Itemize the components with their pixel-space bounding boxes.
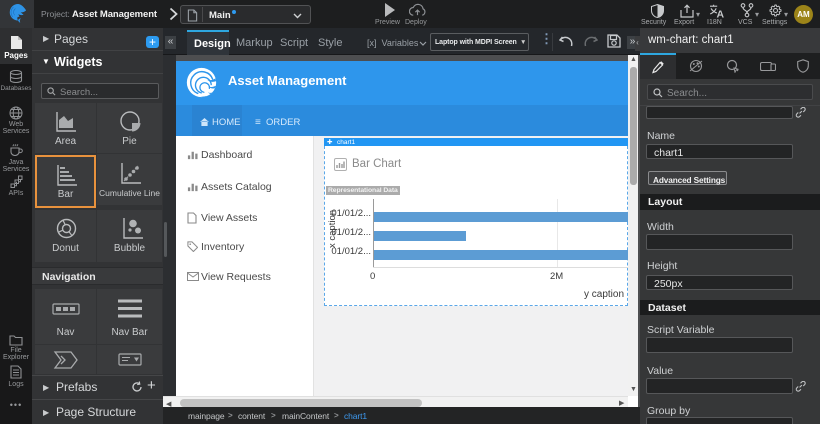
svg-text:A: A [717, 9, 725, 19]
